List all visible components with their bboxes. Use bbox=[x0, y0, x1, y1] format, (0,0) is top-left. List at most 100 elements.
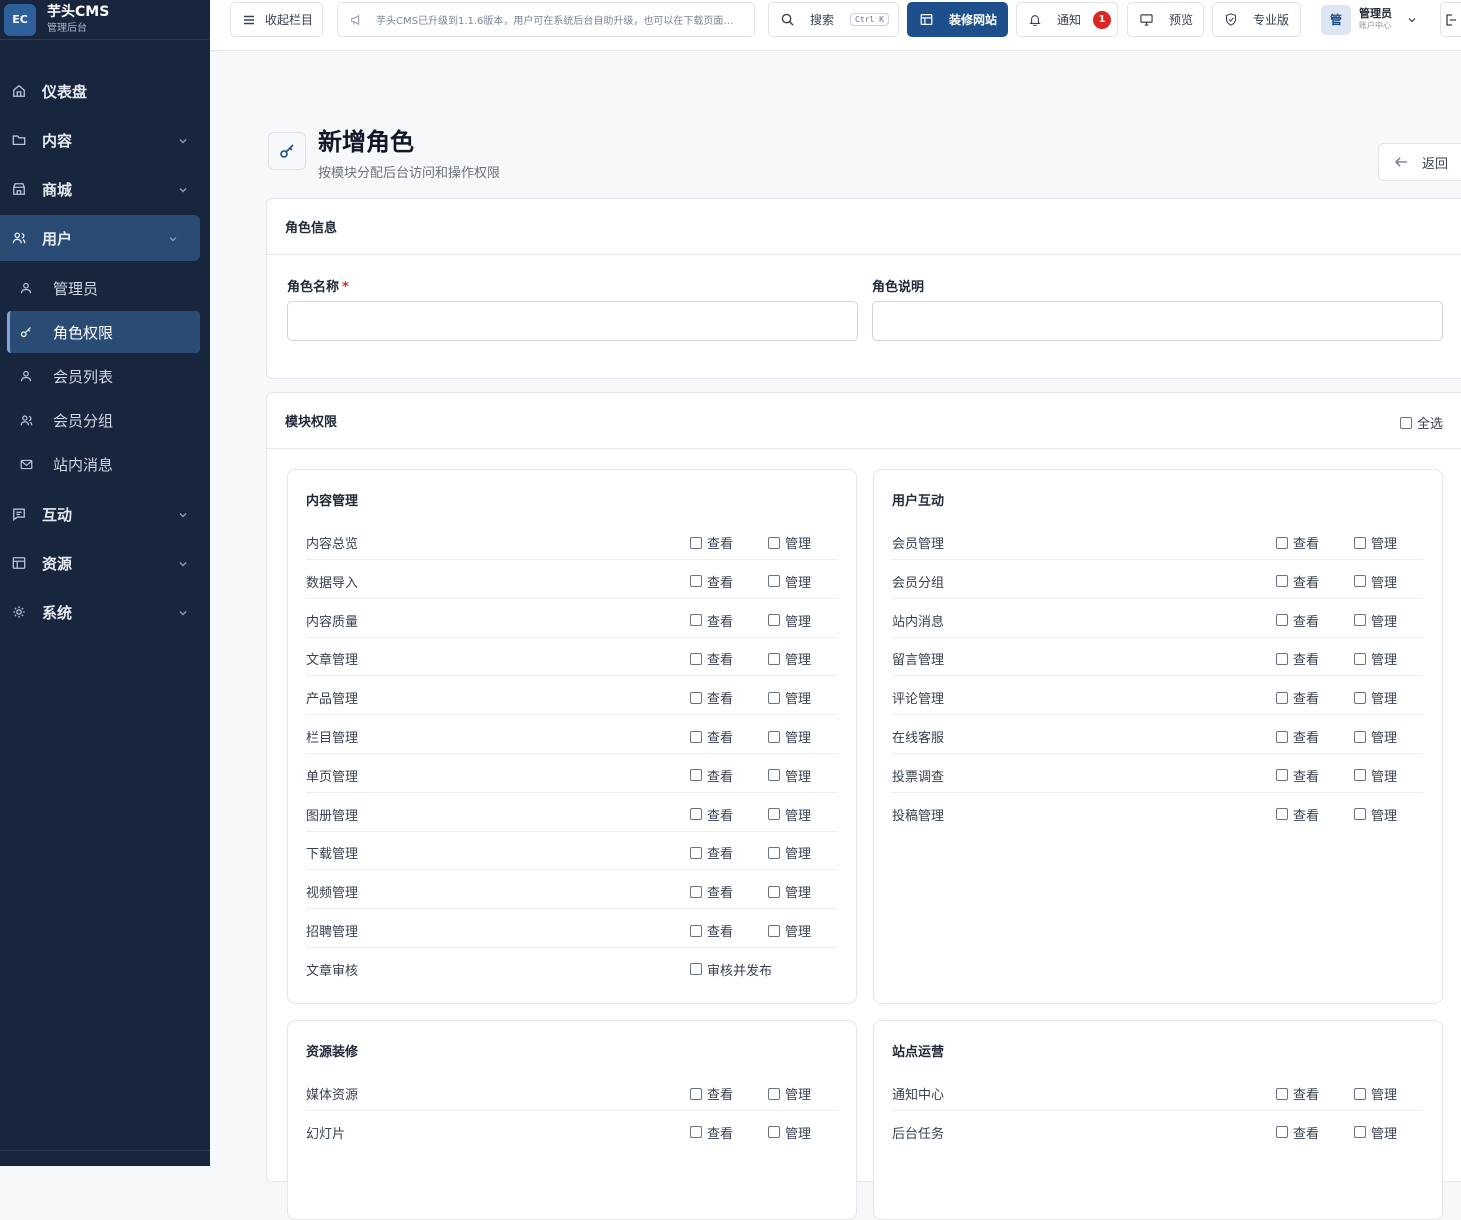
checkbox-label: 查看 bbox=[707, 575, 734, 591]
view-checkbox[interactable]: 查看 bbox=[690, 688, 733, 707]
view-checkbox[interactable]: 查看 bbox=[1276, 649, 1319, 668]
permission-row: 文章审核 审核并发布 bbox=[306, 949, 837, 987]
select-all-checkbox[interactable]: 全选 bbox=[1400, 413, 1443, 432]
manage-checkbox[interactable]: 管理 bbox=[768, 1123, 811, 1142]
manage-checkbox[interactable]: 管理 bbox=[1354, 1123, 1397, 1142]
preview-button[interactable]: 预览 bbox=[1127, 2, 1204, 37]
view-checkbox[interactable]: 查看 bbox=[690, 1123, 733, 1142]
view-checkbox[interactable]: 查看 bbox=[1276, 1084, 1319, 1103]
sub-item-member-groups[interactable]: 会员分组 bbox=[0, 399, 200, 441]
checkbox-box bbox=[768, 1126, 780, 1139]
permission-name: 媒体资源 bbox=[306, 1088, 359, 1103]
chevron-down-icon bbox=[178, 181, 188, 199]
view-checkbox[interactable]: 查看 bbox=[1276, 688, 1319, 707]
pro-edition-button[interactable]: 专业版 bbox=[1212, 2, 1301, 37]
view-checkbox[interactable]: 查看 bbox=[690, 649, 733, 668]
manage-checkbox[interactable]: 管理 bbox=[768, 611, 811, 630]
checkbox-label: 管理 bbox=[785, 1126, 812, 1142]
nav-item-interaction[interactable]: 互动 bbox=[0, 491, 210, 537]
back-button[interactable]: 返回 bbox=[1378, 143, 1461, 181]
nav-item-users[interactable]: 用户 bbox=[0, 215, 200, 261]
view-checkbox[interactable]: 查看 bbox=[690, 1084, 733, 1103]
manage-checkbox[interactable]: 管理 bbox=[768, 921, 811, 940]
manage-checkbox[interactable]: 管理 bbox=[1354, 1084, 1397, 1103]
manage-checkbox[interactable]: 管理 bbox=[768, 882, 811, 901]
permission-name: 会员分组 bbox=[892, 575, 945, 591]
nav-item-shop[interactable]: 商城 bbox=[0, 166, 210, 212]
view-checkbox[interactable]: 查看 bbox=[690, 727, 733, 746]
view-checkbox[interactable]: 查看 bbox=[690, 572, 733, 591]
nav-item-resources[interactable]: 资源 bbox=[0, 540, 210, 586]
checkbox-label: 管理 bbox=[1371, 769, 1398, 785]
manage-checkbox[interactable]: 管理 bbox=[768, 727, 811, 746]
view-checkbox[interactable]: 查看 bbox=[1276, 533, 1319, 552]
manage-checkbox[interactable]: 管理 bbox=[1354, 727, 1397, 746]
manage-checkbox[interactable]: 管理 bbox=[1354, 688, 1397, 707]
manage-checkbox[interactable]: 管理 bbox=[768, 805, 811, 824]
checkbox-box bbox=[768, 808, 780, 821]
role-name-input[interactable] bbox=[287, 301, 858, 341]
key-icon bbox=[268, 132, 306, 170]
manage-checkbox[interactable]: 管理 bbox=[768, 766, 811, 785]
checkbox-label: 查看 bbox=[707, 1088, 734, 1103]
checkbox-box bbox=[1276, 691, 1288, 704]
role-desc-input[interactable] bbox=[872, 301, 1443, 341]
brand[interactable]: EC 芋头CMS 管理后台 bbox=[0, 0, 210, 40]
view-checkbox[interactable]: 查看 bbox=[690, 921, 733, 940]
manage-checkbox[interactable]: 管理 bbox=[768, 843, 811, 862]
notification-badge: 1 bbox=[1093, 10, 1112, 29]
manage-checkbox[interactable]: 管理 bbox=[1354, 572, 1397, 591]
permission-row: 招聘管理 查看 管理 bbox=[306, 910, 837, 948]
view-checkbox[interactable]: 查看 bbox=[1276, 1123, 1319, 1142]
collapse-button[interactable]: 收起栏目 bbox=[230, 2, 323, 37]
view-checkbox[interactable]: 查看 bbox=[1276, 727, 1319, 746]
logout-button[interactable] bbox=[1440, 2, 1461, 37]
view-checkbox[interactable]: 查看 bbox=[690, 805, 733, 824]
review-publish-checkbox[interactable]: 审核并发布 bbox=[690, 960, 772, 979]
checkbox-box bbox=[1276, 536, 1288, 549]
users-icon bbox=[20, 413, 34, 427]
nav-item-system[interactable]: 系统 bbox=[0, 589, 210, 635]
view-checkbox[interactable]: 查看 bbox=[690, 533, 733, 552]
manage-checkbox[interactable]: 管理 bbox=[1354, 611, 1397, 630]
layout-icon bbox=[10, 554, 28, 572]
manage-checkbox[interactable]: 管理 bbox=[1354, 805, 1397, 824]
view-checkbox[interactable]: 查看 bbox=[1276, 805, 1319, 824]
checkbox-box bbox=[1400, 416, 1412, 429]
manage-checkbox[interactable]: 管理 bbox=[1354, 649, 1397, 668]
checkbox-label: 管理 bbox=[1371, 1088, 1398, 1103]
permission-row: 通知中心 查看 管理 bbox=[892, 1073, 1423, 1111]
nav-item-dashboard[interactable]: 仪表盘 bbox=[0, 68, 210, 114]
nav-item-content[interactable]: 内容 bbox=[0, 117, 210, 163]
checkbox-box bbox=[690, 924, 702, 937]
sub-item-members[interactable]: 会员列表 bbox=[0, 355, 200, 397]
search-button[interactable]: 搜索 Ctrl K bbox=[768, 2, 899, 37]
update-notice[interactable]: 芋头CMS已升级到1.1.6版本，用户可在系统后台自助升级，也可以在下载页面下载… bbox=[337, 2, 755, 37]
checkbox-label: 管理 bbox=[785, 653, 812, 669]
checkbox-box bbox=[768, 846, 780, 859]
manage-checkbox[interactable]: 管理 bbox=[768, 533, 811, 552]
manage-checkbox[interactable]: 管理 bbox=[768, 649, 811, 668]
manage-checkbox[interactable]: 管理 bbox=[768, 572, 811, 591]
view-checkbox[interactable]: 查看 bbox=[690, 766, 733, 785]
manage-checkbox[interactable]: 管理 bbox=[768, 688, 811, 707]
view-checkbox[interactable]: 查看 bbox=[690, 611, 733, 630]
manage-checkbox[interactable]: 管理 bbox=[1354, 766, 1397, 785]
view-checkbox[interactable]: 查看 bbox=[1276, 611, 1319, 630]
decorate-site-button[interactable]: 装修网站 bbox=[907, 2, 1008, 37]
checkbox-label: 查看 bbox=[1293, 537, 1320, 552]
sub-item-admins[interactable]: 管理员 bbox=[0, 267, 200, 309]
view-checkbox[interactable]: 查看 bbox=[690, 882, 733, 901]
permission-group-title: 站点运营 bbox=[892, 1045, 945, 1060]
sub-item-roles[interactable]: 角色权限 bbox=[7, 311, 200, 353]
view-checkbox[interactable]: 查看 bbox=[690, 843, 733, 862]
sub-item-messages[interactable]: 站内消息 bbox=[0, 443, 200, 485]
manage-checkbox[interactable]: 管理 bbox=[768, 1084, 811, 1103]
view-checkbox[interactable]: 查看 bbox=[1276, 572, 1319, 591]
store-icon bbox=[10, 180, 28, 198]
notification-button[interactable]: 通知 1 bbox=[1016, 2, 1118, 37]
user-menu[interactable]: 管 管理员 账户中心 bbox=[1318, 2, 1430, 37]
checkbox-box bbox=[690, 536, 702, 549]
view-checkbox[interactable]: 查看 bbox=[1276, 766, 1319, 785]
manage-checkbox[interactable]: 管理 bbox=[1354, 533, 1397, 552]
